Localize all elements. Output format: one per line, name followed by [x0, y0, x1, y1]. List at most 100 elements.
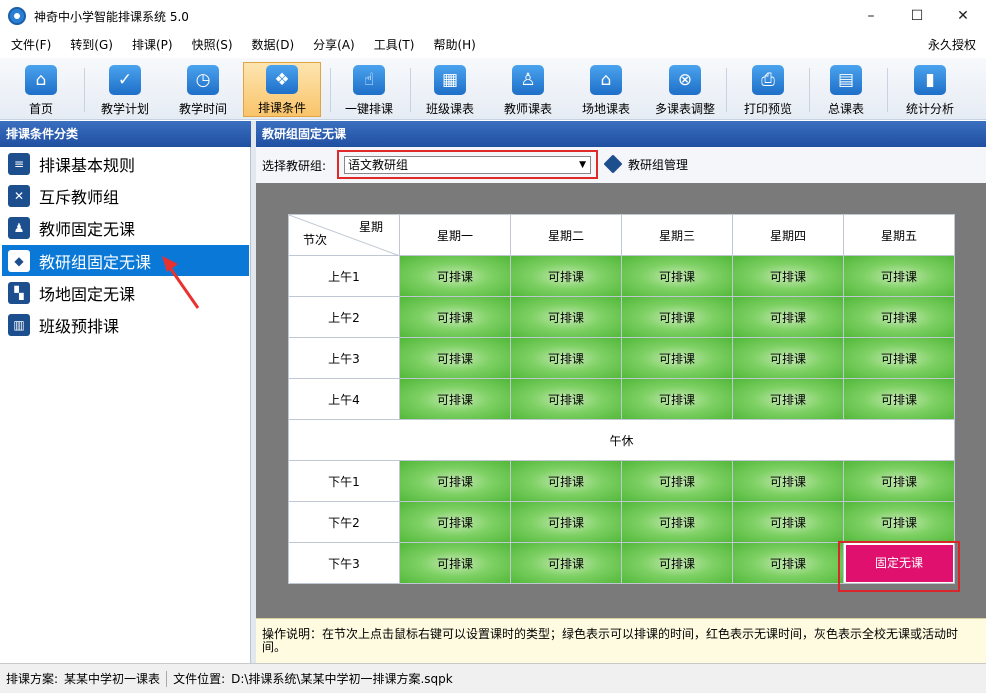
menu-file[interactable]: 文件(F)	[0, 32, 59, 58]
left-panel-header: 排课条件分类	[0, 121, 251, 147]
home-icon: ⌂	[25, 65, 57, 95]
file-location-value: D:\排课系统\某某中学初一排课方案.sqpk	[231, 671, 453, 686]
schedule-cell[interactable]: 可排课	[843, 501, 955, 543]
category-label: 教研组固定无课	[39, 252, 152, 272]
schedule-cell[interactable]: 可排课	[399, 255, 511, 297]
toolbar-teacher-schedule-label: 教师课表	[503, 102, 552, 116]
toolbar-separator	[84, 68, 85, 112]
schedule-cell[interactable]: 可排课	[732, 542, 844, 584]
clock-icon: ◷	[187, 65, 219, 95]
schedule-cell[interactable]: 可排课	[732, 460, 844, 502]
toolbar-teaching-plan-label: 教学计划	[100, 102, 149, 116]
menu-data[interactable]: 数据(D)	[241, 32, 303, 58]
schedule-cell[interactable]: 可排课	[843, 378, 955, 420]
menu-snapshot[interactable]: 快照(S)	[181, 32, 241, 58]
plan-label: 排课方案:	[6, 671, 59, 686]
cube-icon: ◆	[8, 249, 30, 272]
schedule-cell[interactable]: 可排课	[732, 255, 844, 297]
schedule-cell[interactable]: 可排课	[621, 378, 733, 420]
schedule-cell[interactable]: 可排课	[843, 296, 955, 338]
toolbar-conditions-button[interactable]: ❖ 排课条件	[243, 62, 321, 117]
group-select[interactable]: 语文教研组 ▼	[344, 156, 591, 174]
toolbar-teaching-plan-button[interactable]: ✓ 教学计划	[92, 63, 158, 117]
group-manage-button[interactable]: 教研组管理	[628, 156, 688, 173]
schedule-cell[interactable]: 可排课	[732, 501, 844, 543]
menu-schedule[interactable]: 排课(P)	[121, 32, 181, 58]
toolbar-print-preview-button[interactable]: ⎙ 打印预览	[735, 63, 801, 117]
schedule-cell[interactable]: 可排课	[621, 255, 733, 297]
schedule-cell[interactable]: 可排课	[510, 542, 622, 584]
right-panel-header: 教研组固定无课	[256, 121, 986, 147]
toolbar-separator	[887, 68, 888, 112]
cubes-icon: ❖	[266, 65, 298, 94]
schedule-cell[interactable]: 可排课	[621, 542, 733, 584]
schedule-cell[interactable]: 可排课	[510, 296, 622, 338]
schedule-cell[interactable]: 可排课	[843, 460, 955, 502]
toolbar: ⌂ 首页 ✓ 教学计划 ◷ 教学时间 ❖ 排课条件 ☝ 一键排课 ▦ 班级课表 …	[0, 58, 986, 120]
category-exclusive-teachers[interactable]: ✕ 互斥教师组	[2, 180, 249, 211]
toolbar-master-schedule-button[interactable]: ▤ 总课表	[813, 63, 879, 117]
toolbar-auto-schedule-label: 一键排课	[344, 102, 393, 116]
category-label: 场地固定无课	[39, 284, 136, 304]
toolbar-class-schedule-button[interactable]: ▦ 班级课表	[417, 63, 483, 117]
corner-period-label: 节次	[303, 233, 328, 247]
schedule-cell[interactable]: 可排课	[510, 501, 622, 543]
close-button[interactable]: ✕	[940, 0, 986, 32]
schedule-cell[interactable]: 可排课	[399, 460, 511, 502]
toolbar-venue-schedule-label: 场地课表	[581, 102, 630, 116]
schedule-cell[interactable]: 可排课	[510, 378, 622, 420]
teacher-card-icon: ♙	[512, 65, 544, 95]
schedule-cell[interactable]: 可排课	[621, 337, 733, 379]
schedule-cell[interactable]: 可排课	[843, 337, 955, 379]
toolbar-multi-adjust-button[interactable]: ⊗ 多课表调整	[648, 63, 722, 117]
schedule-adjust-icon: ⊗	[669, 65, 701, 95]
schedule-cell[interactable]: 可排课	[399, 542, 511, 584]
menu-tools[interactable]: 工具(T)	[363, 32, 423, 58]
schedule-cell-fixed-off[interactable]: 固定无课	[843, 542, 955, 584]
schedule-cell[interactable]: 可排课	[510, 255, 622, 297]
schedule-cell[interactable]: 可排课	[732, 378, 844, 420]
toolbar-home-button[interactable]: ⌂ 首页	[8, 63, 74, 117]
toolbar-teaching-time-button[interactable]: ◷ 教学时间	[170, 63, 236, 117]
schedule-cell[interactable]: 可排课	[621, 296, 733, 338]
minimize-button[interactable]: –	[848, 0, 894, 32]
schedule-cell[interactable]: 可排课	[732, 337, 844, 379]
table-row: 上午2 可排课 可排课 可排课 可排课 可排课	[288, 296, 955, 338]
plan-value: 某某中学初一课表	[64, 671, 161, 686]
toolbar-statistics-label: 统计分析	[905, 102, 954, 116]
bar-chart-icon: ▮	[914, 65, 946, 95]
menu-help[interactable]: 帮助(H)	[422, 32, 483, 58]
category-basic-rules[interactable]: ≡ 排课基本规则	[2, 148, 249, 179]
toolbar-auto-schedule-button[interactable]: ☝ 一键排课	[336, 63, 402, 117]
schedule-cell[interactable]: 可排课	[399, 378, 511, 420]
noon-break-row: 午休	[288, 419, 955, 461]
schedule-cell[interactable]: 可排课	[510, 460, 622, 502]
schedule-cell[interactable]: 可排课	[510, 337, 622, 379]
table-row: 下午2 可排课 可排课 可排课 可排课 可排课	[288, 501, 955, 543]
toolbar-venue-schedule-button[interactable]: ⌂ 场地课表	[573, 63, 639, 117]
toolbar-print-preview-label: 打印预览	[743, 102, 792, 116]
period-label: 下午1	[288, 460, 400, 502]
license-status[interactable]: 永久授权	[928, 32, 976, 58]
period-label: 上午4	[288, 378, 400, 420]
clipboard-check-icon: ✓	[109, 65, 141, 95]
schedule-cell[interactable]: 可排课	[621, 501, 733, 543]
category-teacher-fixed-off[interactable]: ♟ 教师固定无课	[2, 212, 249, 243]
schedule-cell[interactable]: 可排课	[399, 501, 511, 543]
group-select-label: 选择教研组:	[262, 158, 327, 173]
toolbar-statistics-button[interactable]: ▮ 统计分析	[897, 63, 963, 117]
maximize-button[interactable]: ☐	[894, 0, 940, 32]
toolbar-teacher-schedule-button[interactable]: ♙ 教师课表	[495, 63, 561, 117]
schedule-cell[interactable]: 可排课	[621, 460, 733, 502]
schedule-cell[interactable]: 可排课	[399, 296, 511, 338]
menu-share[interactable]: 分享(A)	[302, 32, 363, 58]
category-label: 排课基本规则	[39, 155, 136, 175]
menu-goto[interactable]: 转到(G)	[59, 32, 121, 58]
schedule-cell[interactable]: 可排课	[843, 255, 955, 297]
schedule-cell[interactable]: 可排课	[732, 296, 844, 338]
category-class-preschedule[interactable]: ▥ 班级预排课	[2, 309, 249, 340]
schedule-cell[interactable]: 可排课	[399, 337, 511, 379]
toolbar-master-schedule-label: 总课表	[827, 102, 864, 116]
group-filter-bar: 选择教研组: 语文教研组 ▼ 教研组管理	[256, 147, 986, 183]
app-logo-icon	[8, 7, 26, 25]
